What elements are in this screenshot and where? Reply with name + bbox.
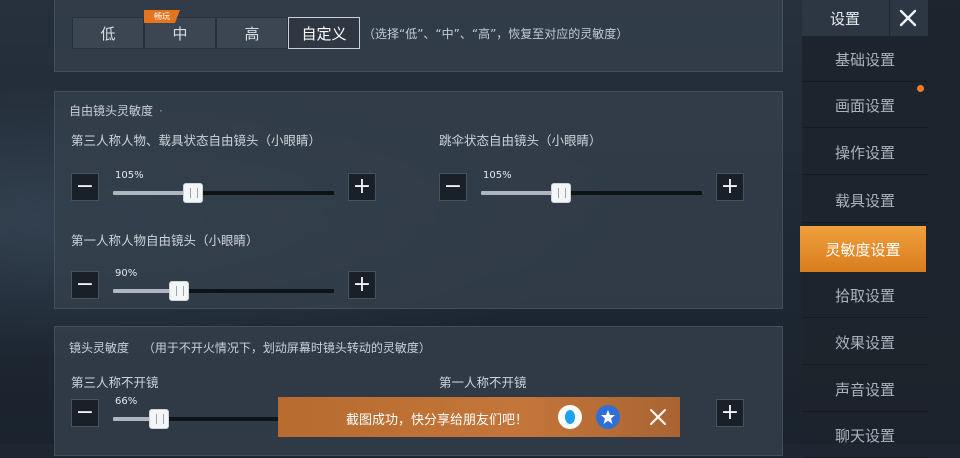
- minus-icon: −: [75, 400, 95, 425]
- toast-message: 截图成功，快分享给朋友们吧！: [346, 413, 529, 428]
- title-dot: ·: [159, 104, 163, 118]
- nav-item-sensitivity[interactable]: 灵敏度设置: [800, 226, 926, 272]
- section-title: 镜头灵敏度 （用于不开火情况下，划动屏幕时镜头转动的灵敏度）: [69, 339, 431, 356]
- minus-icon: −: [75, 272, 95, 297]
- screenshot-toast: 截图成功，快分享给朋友们吧！: [278, 397, 680, 437]
- preset-badge: 畅玩: [144, 10, 180, 23]
- free-camera-title: 自由镜头灵敏度: [69, 104, 154, 118]
- minus-icon: −: [443, 174, 463, 199]
- notification-dot: [917, 85, 924, 92]
- plus-icon: +: [720, 400, 740, 425]
- free-camera-panel: 自由镜头灵敏度 · 第三人称人物、载具状态自由镜头（小眼睛） − 105% + 跳…: [54, 91, 783, 309]
- slider-thumb[interactable]: [149, 409, 170, 429]
- nav-item-audio[interactable]: 声音设置: [802, 368, 928, 412]
- settings-content: 低 中 高 自定义 畅玩 （选择“低”、“中”、“高”，恢复至对应的灵敏度） 自…: [0, 0, 800, 456]
- increase-button[interactable]: +: [716, 399, 744, 427]
- qzone-share-button[interactable]: [596, 405, 620, 429]
- slider-thumb[interactable]: [182, 183, 203, 203]
- increase-button[interactable]: +: [348, 271, 376, 299]
- slider-fill: [113, 191, 193, 195]
- plus-icon: +: [352, 272, 372, 297]
- sensitivity-slider[interactable]: [481, 180, 702, 204]
- nav-item-basic[interactable]: 基础设置: [802, 38, 928, 82]
- slider-label: 第三人称人物、载具状态自由镜头（小眼睛）: [71, 133, 322, 148]
- decrease-button[interactable]: −: [71, 173, 99, 201]
- slider-label: 跳伞状态自由镜头（小眼睛）: [439, 133, 602, 148]
- nav-item-pickup[interactable]: 拾取设置: [802, 274, 928, 318]
- plus-icon: +: [720, 174, 740, 199]
- slider-label: 第一人称不开镜: [439, 375, 527, 390]
- minus-icon: −: [75, 174, 95, 199]
- increase-button[interactable]: +: [348, 173, 376, 201]
- nav-item-effects[interactable]: 效果设置: [802, 321, 928, 365]
- slider-thumb[interactable]: [550, 183, 571, 203]
- preset-panel: 低 中 高 自定义 畅玩 （选择“低”、“中”、“高”，恢复至对应的灵敏度）: [54, 0, 783, 72]
- decrease-button[interactable]: −: [71, 271, 99, 299]
- slider-label: 第三人称不开镜: [71, 375, 159, 390]
- camera-subtitle: （用于不开火情况下，划动屏幕时镜头转动的灵敏度）: [142, 341, 431, 355]
- settings-sidebar: 设置 基础设置 画面设置 操作设置 载具设置 灵敏度设置 拾取设置 效果设置 声…: [800, 0, 960, 458]
- close-icon: [650, 409, 666, 425]
- nav-item-chat[interactable]: 聊天设置: [802, 414, 928, 458]
- toast-close-button[interactable]: [644, 403, 672, 431]
- qq-share-button[interactable]: [558, 405, 582, 429]
- nav-item-vehicle[interactable]: 载具设置: [802, 179, 928, 223]
- increase-button[interactable]: +: [716, 173, 744, 201]
- preset-low-button[interactable]: 低: [72, 17, 144, 49]
- qq-icon: [565, 410, 575, 424]
- preset-high-button[interactable]: 高: [216, 17, 288, 49]
- preset-custom-button[interactable]: 自定义: [288, 17, 360, 49]
- qzone-icon: [601, 410, 615, 424]
- decrease-button[interactable]: −: [71, 399, 99, 427]
- preset-hint: （选择“低”、“中”、“高”，恢复至对应的灵敏度）: [363, 27, 629, 41]
- sensitivity-slider[interactable]: [113, 180, 334, 204]
- sensitivity-slider[interactable]: [113, 278, 334, 302]
- slider-thumb[interactable]: [169, 281, 190, 301]
- decrease-button[interactable]: −: [439, 173, 467, 201]
- section-title: 自由镜头灵敏度 ·: [69, 102, 163, 119]
- nav-item-graphics[interactable]: 画面设置: [802, 84, 928, 128]
- plus-icon: +: [352, 174, 372, 199]
- close-button[interactable]: [889, 0, 925, 36]
- slider-fill: [481, 191, 561, 195]
- camera-title: 镜头灵敏度: [69, 341, 130, 355]
- close-icon: [899, 9, 916, 27]
- slider-label: 第一人称人物自由镜头（小眼睛）: [71, 233, 259, 248]
- nav-item-controls[interactable]: 操作设置: [802, 131, 928, 175]
